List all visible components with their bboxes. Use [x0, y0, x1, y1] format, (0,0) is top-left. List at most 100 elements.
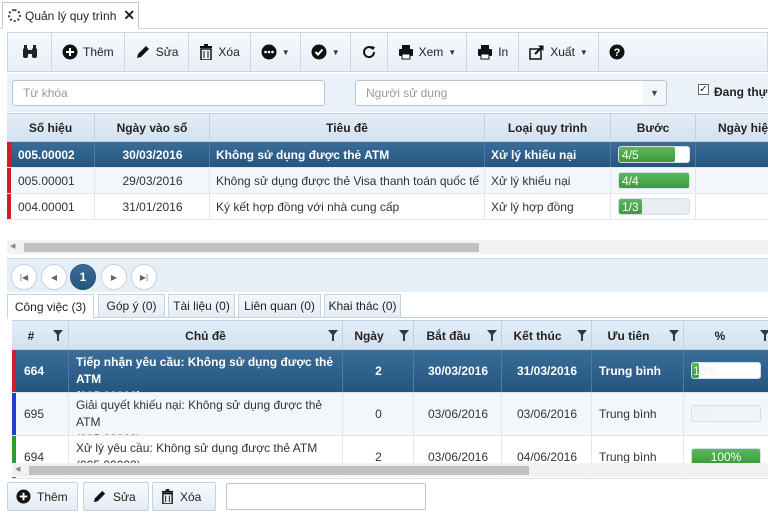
last-page-button[interactable]: ▶| [131, 264, 157, 290]
prev-page-button[interactable]: ◀ [41, 264, 67, 290]
active-checkbox[interactable]: ✓ [698, 84, 709, 95]
print-button[interactable]: In [467, 33, 520, 71]
filter-icon[interactable] [328, 330, 338, 341]
cell-end: 03/06/2016 [516, 407, 578, 421]
column-header-effective-date[interactable]: Ngày hiệu [696, 114, 768, 142]
tab-related[interactable]: Liên quan (0) [238, 294, 321, 318]
edit-button[interactable]: Sửa [125, 33, 190, 71]
chevron-down-icon: ▼ [579, 47, 588, 57]
filter-icon[interactable] [53, 330, 63, 341]
chevron-down-icon: ▼ [650, 88, 659, 98]
more-dots-icon [261, 44, 277, 60]
column-header-end[interactable]: Kết thúc [502, 321, 592, 350]
filter-icon[interactable] [577, 330, 587, 341]
svg-text:?: ? [613, 47, 620, 59]
cell-priority: Trung bình [599, 407, 657, 421]
column-divider [610, 194, 611, 219]
process-grid-hscrollbar[interactable]: ◀ [7, 240, 768, 254]
trash-icon [161, 489, 174, 504]
view-menu-button[interactable]: Xem ▼ [388, 33, 468, 71]
chevron-down-icon: ▼ [281, 47, 290, 57]
column-header-date[interactable]: Ngày vào sổ [95, 114, 210, 142]
close-icon[interactable]: ✕ [123, 7, 135, 24]
cell-code: 005.00001 [18, 173, 75, 188]
column-header-priority[interactable]: Ưu tiên [592, 321, 684, 350]
task-search-input[interactable] [226, 483, 426, 510]
filter-icon[interactable] [669, 330, 679, 341]
cell-type: Xử lý khiếu nại [491, 173, 571, 188]
delete-task-button[interactable]: Xóa [152, 482, 216, 511]
more-menu-button[interactable]: ▼ [251, 33, 301, 71]
table-row[interactable]: 005.00002 30/03/2016 Không sử dụng được th… [7, 142, 768, 168]
cell-days: 0 [375, 407, 382, 421]
add-task-label: Thêm [37, 489, 68, 504]
delete-button[interactable]: Xóa [189, 33, 251, 71]
tab-exploitation[interactable]: Khai thác (0) [324, 294, 401, 318]
filter-icon[interactable] [760, 330, 768, 341]
column-divider [484, 142, 485, 167]
view-label: Xem [418, 45, 444, 59]
edit-task-button[interactable]: Sửa [83, 482, 149, 511]
plus-circle-icon [16, 489, 31, 504]
table-row[interactable]: 005.00001 29/03/2016 Không sử dụng được th… [7, 168, 768, 194]
cell-date: 30/03/2016 [122, 147, 183, 162]
edit-label: Sửa [155, 45, 179, 59]
refresh-button[interactable] [351, 33, 388, 71]
column-header-days[interactable]: Ngày [343, 321, 414, 350]
scrollbar-thumb[interactable] [24, 243, 479, 252]
column-label: Bắt đầu [426, 328, 471, 343]
tab-documents[interactable]: Tài liệu (0) [168, 294, 235, 318]
pencil-icon [93, 490, 106, 503]
table-row[interactable]: 004.00001 31/01/2016 Ký kết hợp đồng với n… [7, 194, 768, 220]
column-header-start[interactable]: Bắt đầu [414, 321, 502, 350]
step-progress-bar: 1/3 [618, 198, 690, 215]
next-page-button[interactable]: ▶ [101, 264, 127, 290]
keyword-input[interactable]: Từ khóa [12, 80, 325, 106]
column-label: Ngày vào sổ [116, 121, 188, 135]
process-grid-header: Số hiệu Ngày vào sổ Tiêu đề Loại quy trì… [7, 113, 768, 142]
active-checkbox-label: Đang thực [714, 85, 768, 99]
column-header-step[interactable]: Bước [611, 114, 696, 142]
binoculars-icon [22, 45, 37, 58]
table-row[interactable]: 695 Giải quyết khiếu nại: Không sử dụng đ… [12, 393, 768, 436]
column-header-title[interactable]: Tiêu đề [210, 114, 485, 142]
current-page-button[interactable]: 1 [70, 264, 96, 290]
table-row[interactable]: 664 Tiếp nhận yêu cầu: Không sử dụng được… [12, 350, 768, 393]
export-menu-button[interactable]: Xuất ▼ [519, 33, 599, 71]
cell-date: 31/01/2016 [122, 199, 183, 214]
add-button[interactable]: Thêm [52, 33, 125, 71]
cell-end: 31/03/2016 [516, 364, 578, 378]
column-header-code[interactable]: Số hiệu [7, 114, 95, 142]
add-task-button[interactable]: Thêm [7, 482, 78, 511]
search-button[interactable] [8, 33, 52, 71]
first-page-button[interactable]: |◀ [11, 264, 37, 290]
filter-icon[interactable] [487, 330, 497, 341]
check-circle-icon [311, 44, 327, 60]
column-header-subject[interactable]: Chủ đề [69, 321, 343, 350]
pager: |◀ ◀ 1 ▶ ▶| [7, 258, 768, 292]
refresh-icon [362, 46, 375, 59]
column-label: Tiêu đề [326, 121, 368, 135]
delete-label: Xóa [218, 45, 240, 59]
scroll-left-icon[interactable]: ◀ [15, 465, 20, 473]
user-combobox[interactable]: Người sử dụng [355, 80, 644, 106]
help-button[interactable]: ? [599, 33, 635, 71]
filter-icon[interactable] [399, 330, 409, 341]
export-icon [529, 45, 544, 60]
scroll-left-icon[interactable]: ◀ [10, 242, 15, 250]
task-grid-header: # Chủ đề Ngày Bắt đầu Kết thúc Ưu tiên % [12, 320, 768, 350]
column-header-type[interactable]: Loại quy trình [485, 114, 611, 142]
cell-subject: Giải quyết khiếu nại: Không sử dụng được… [69, 393, 342, 435]
scrollbar-thumb[interactable] [29, 466, 529, 475]
approve-menu-button[interactable]: ▼ [301, 33, 351, 71]
column-header-id[interactable]: # [12, 321, 69, 350]
tab-quan-ly-quy-trinh[interactable]: Quản lý quy trình ✕ [2, 2, 139, 29]
user-combobox-dropdown[interactable]: ▼ [643, 80, 667, 106]
column-label: Chủ đề [185, 328, 226, 343]
tab-comments[interactable]: Góp ý (0) [98, 294, 165, 318]
task-grid-hscrollbar[interactable]: ◀ [12, 463, 768, 477]
subject-line: Giải quyết khiếu nại: Không sử dụng được… [76, 398, 323, 429]
tab-tasks[interactable]: Công việc (3) [7, 294, 94, 319]
tab-title: Quản lý quy trình [25, 8, 117, 23]
column-header-percent[interactable]: % [684, 321, 768, 350]
